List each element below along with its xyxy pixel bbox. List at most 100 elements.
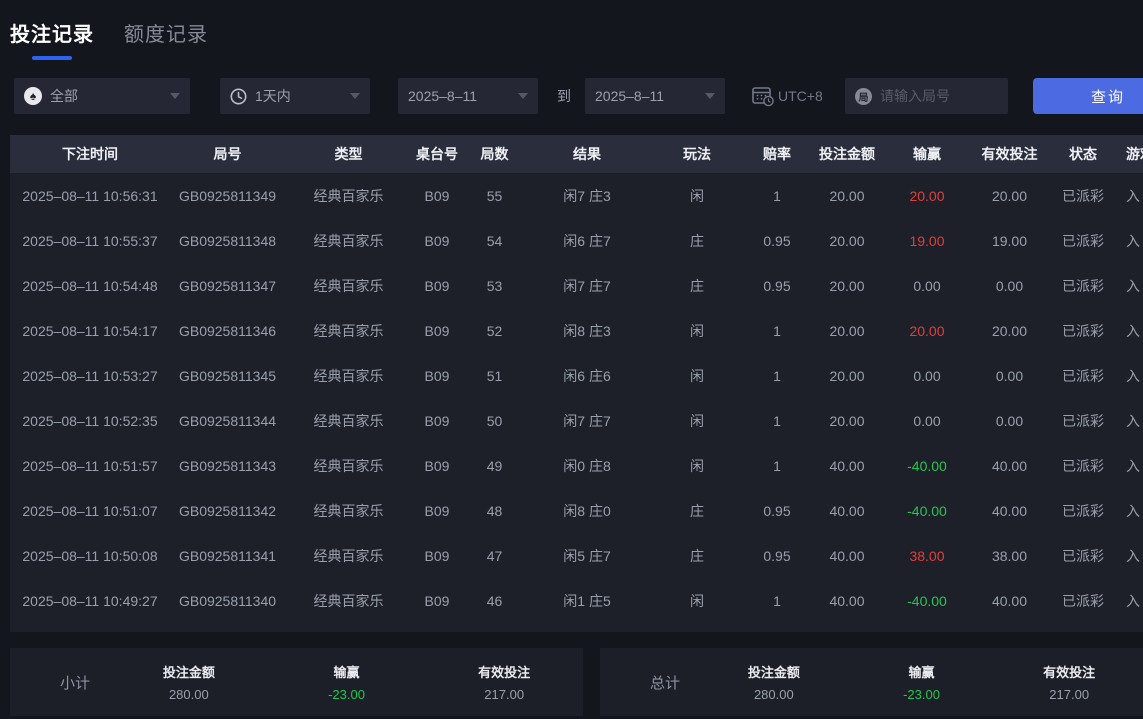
cell-round-id: GB0925811342 (170, 488, 285, 533)
cell-round-no: 54 (462, 218, 527, 263)
cell-status: 已派彩 (1052, 398, 1114, 443)
cell-round-id: GB0925811345 (170, 353, 285, 398)
cell-bet: 20.00 (807, 308, 887, 353)
cell-table-no: B09 (412, 488, 462, 533)
cell-game: 入 (1114, 218, 1143, 263)
cell-status: 已派彩 (1052, 173, 1114, 218)
cell-valid-bet: 40.00 (967, 443, 1052, 488)
filter-bar: ♠ 全部 1天内 2025–8–11 到 2025–8–11 UTC+8 局 (0, 78, 1143, 114)
cell-play: 庄 (647, 488, 747, 533)
cell-table-no: B09 (412, 533, 462, 578)
cell-result: 闲7 庄7 (527, 263, 647, 308)
subtotal-valid-bet: 有效投注 217.00 (425, 662, 583, 702)
table-row[interactable]: 2025–08–11 10:54:48GB0925811347经典百家乐B095… (10, 263, 1143, 308)
tab-bet-records[interactable]: 投注记录 (10, 18, 94, 60)
table-row[interactable]: 2025–08–11 10:51:57GB0925811343经典百家乐B094… (10, 443, 1143, 488)
game-type-value: 全部 (50, 86, 78, 106)
date-range-to-label: 到 (557, 78, 571, 114)
cell-game: 入 (1114, 308, 1143, 353)
cell-game: 入 (1114, 353, 1143, 398)
cell-round-id: GB0925811346 (170, 308, 285, 353)
cell-round-no: 50 (462, 398, 527, 443)
cell-round-id: GB0925811343 (170, 443, 285, 488)
cell-time: 2025–08–11 10:50:08 (10, 533, 170, 578)
cell-round-id: GB0925811347 (170, 263, 285, 308)
column-header: 桌台号 (412, 135, 462, 173)
cell-win-loss: -40.00 (887, 443, 967, 488)
table-row[interactable]: 2025–08–11 10:50:08GB0925811341经典百家乐B094… (10, 533, 1143, 578)
tab-quota-records-label: 额度记录 (124, 18, 208, 47)
total-winloss: 输赢 -23.00 (848, 662, 996, 702)
subtotal-panel: 小计 投注金额 280.00 输赢 -23.00 有效投注 217.00 (10, 648, 583, 716)
table-row[interactable]: 2025–08–11 10:52:35GB0925811344经典百家乐B095… (10, 398, 1143, 443)
bet-records-table: 下注时间局号类型桌台号局数结果玩法赔率投注金额输赢有效投注状态游戏 2025–0… (10, 135, 1143, 623)
chevron-down-icon (705, 93, 715, 99)
cell-round-no: 51 (462, 353, 527, 398)
column-header: 下注时间 (10, 135, 170, 173)
round-number-input-wrap[interactable]: 局 (845, 78, 1008, 114)
cell-game: 入 (1114, 488, 1143, 533)
table-row[interactable]: 2025–08–11 10:49:27GB0925811340经典百家乐B094… (10, 578, 1143, 623)
subtotal-label: 小计 (10, 672, 110, 693)
cell-result: 闲7 庄3 (527, 173, 647, 218)
cell-win-loss: 0.00 (887, 353, 967, 398)
cell-result: 闲6 庄6 (527, 353, 647, 398)
cell-table-no: B09 (412, 398, 462, 443)
cell-time: 2025–08–11 10:55:37 (10, 218, 170, 263)
time-range-value: 1天内 (255, 86, 291, 106)
total-bet-amount: 投注金额 280.00 (700, 662, 848, 702)
cell-time: 2025–08–11 10:54:48 (10, 263, 170, 308)
cell-odds: 1 (747, 173, 807, 218)
cell-win-loss: -40.00 (887, 578, 967, 623)
cell-type: 经典百家乐 (285, 443, 412, 488)
column-header: 局号 (170, 135, 285, 173)
cell-table-no: B09 (412, 578, 462, 623)
time-range-dropdown[interactable]: 1天内 (220, 78, 370, 114)
spade-icon: ♠ (24, 87, 42, 105)
cell-play: 闲 (647, 398, 747, 443)
table-row[interactable]: 2025–08–11 10:56:31GB0925811349经典百家乐B095… (10, 173, 1143, 218)
cell-game: 入 (1114, 443, 1143, 488)
date-to-dropdown[interactable]: 2025–8–11 (585, 78, 725, 114)
cell-table-no: B09 (412, 353, 462, 398)
cell-status: 已派彩 (1052, 353, 1114, 398)
cell-win-loss: 19.00 (887, 218, 967, 263)
column-header: 输赢 (887, 135, 967, 173)
clock-icon (230, 88, 247, 105)
cell-play: 闲 (647, 308, 747, 353)
cell-round-id: GB0925811348 (170, 218, 285, 263)
date-from-dropdown[interactable]: 2025–8–11 (398, 78, 538, 114)
cell-result: 闲0 庄8 (527, 443, 647, 488)
cell-time: 2025–08–11 10:51:57 (10, 443, 170, 488)
cell-type: 经典百家乐 (285, 218, 412, 263)
cell-game: 入 (1114, 398, 1143, 443)
table-row[interactable]: 2025–08–11 10:55:37GB0925811348经典百家乐B095… (10, 218, 1143, 263)
tab-bar: 投注记录 额度记录 (10, 18, 208, 60)
cell-result: 闲8 庄3 (527, 308, 647, 353)
cell-play: 庄 (647, 218, 747, 263)
table-row[interactable]: 2025–08–11 10:53:27GB0925811345经典百家乐B095… (10, 353, 1143, 398)
tab-quota-records[interactable]: 额度记录 (124, 18, 208, 60)
column-header: 局数 (462, 135, 527, 173)
search-button[interactable]: 查询 (1033, 78, 1143, 114)
cell-bet: 40.00 (807, 488, 887, 533)
cell-time: 2025–08–11 10:54:17 (10, 308, 170, 353)
cell-status: 已派彩 (1052, 308, 1114, 353)
round-badge-icon: 局 (855, 88, 872, 105)
cell-type: 经典百家乐 (285, 353, 412, 398)
cell-round-no: 49 (462, 443, 527, 488)
cell-win-loss: 0.00 (887, 398, 967, 443)
cell-play: 闲 (647, 443, 747, 488)
subtotal-winloss: 输赢 -23.00 (268, 662, 426, 702)
round-number-input[interactable] (880, 88, 990, 104)
table-row[interactable]: 2025–08–11 10:54:17GB0925811346经典百家乐B095… (10, 308, 1143, 353)
game-type-dropdown[interactable]: ♠ 全部 (14, 78, 190, 114)
cell-result: 闲5 庄7 (527, 533, 647, 578)
tab-bet-records-label: 投注记录 (10, 18, 94, 47)
date-from-value: 2025–8–11 (408, 88, 477, 104)
table-row[interactable]: 2025–08–11 10:51:07GB0925811342经典百家乐B094… (10, 488, 1143, 533)
column-header: 状态 (1052, 135, 1114, 173)
cell-bet: 20.00 (807, 263, 887, 308)
cell-bet: 20.00 (807, 353, 887, 398)
cell-table-no: B09 (412, 308, 462, 353)
